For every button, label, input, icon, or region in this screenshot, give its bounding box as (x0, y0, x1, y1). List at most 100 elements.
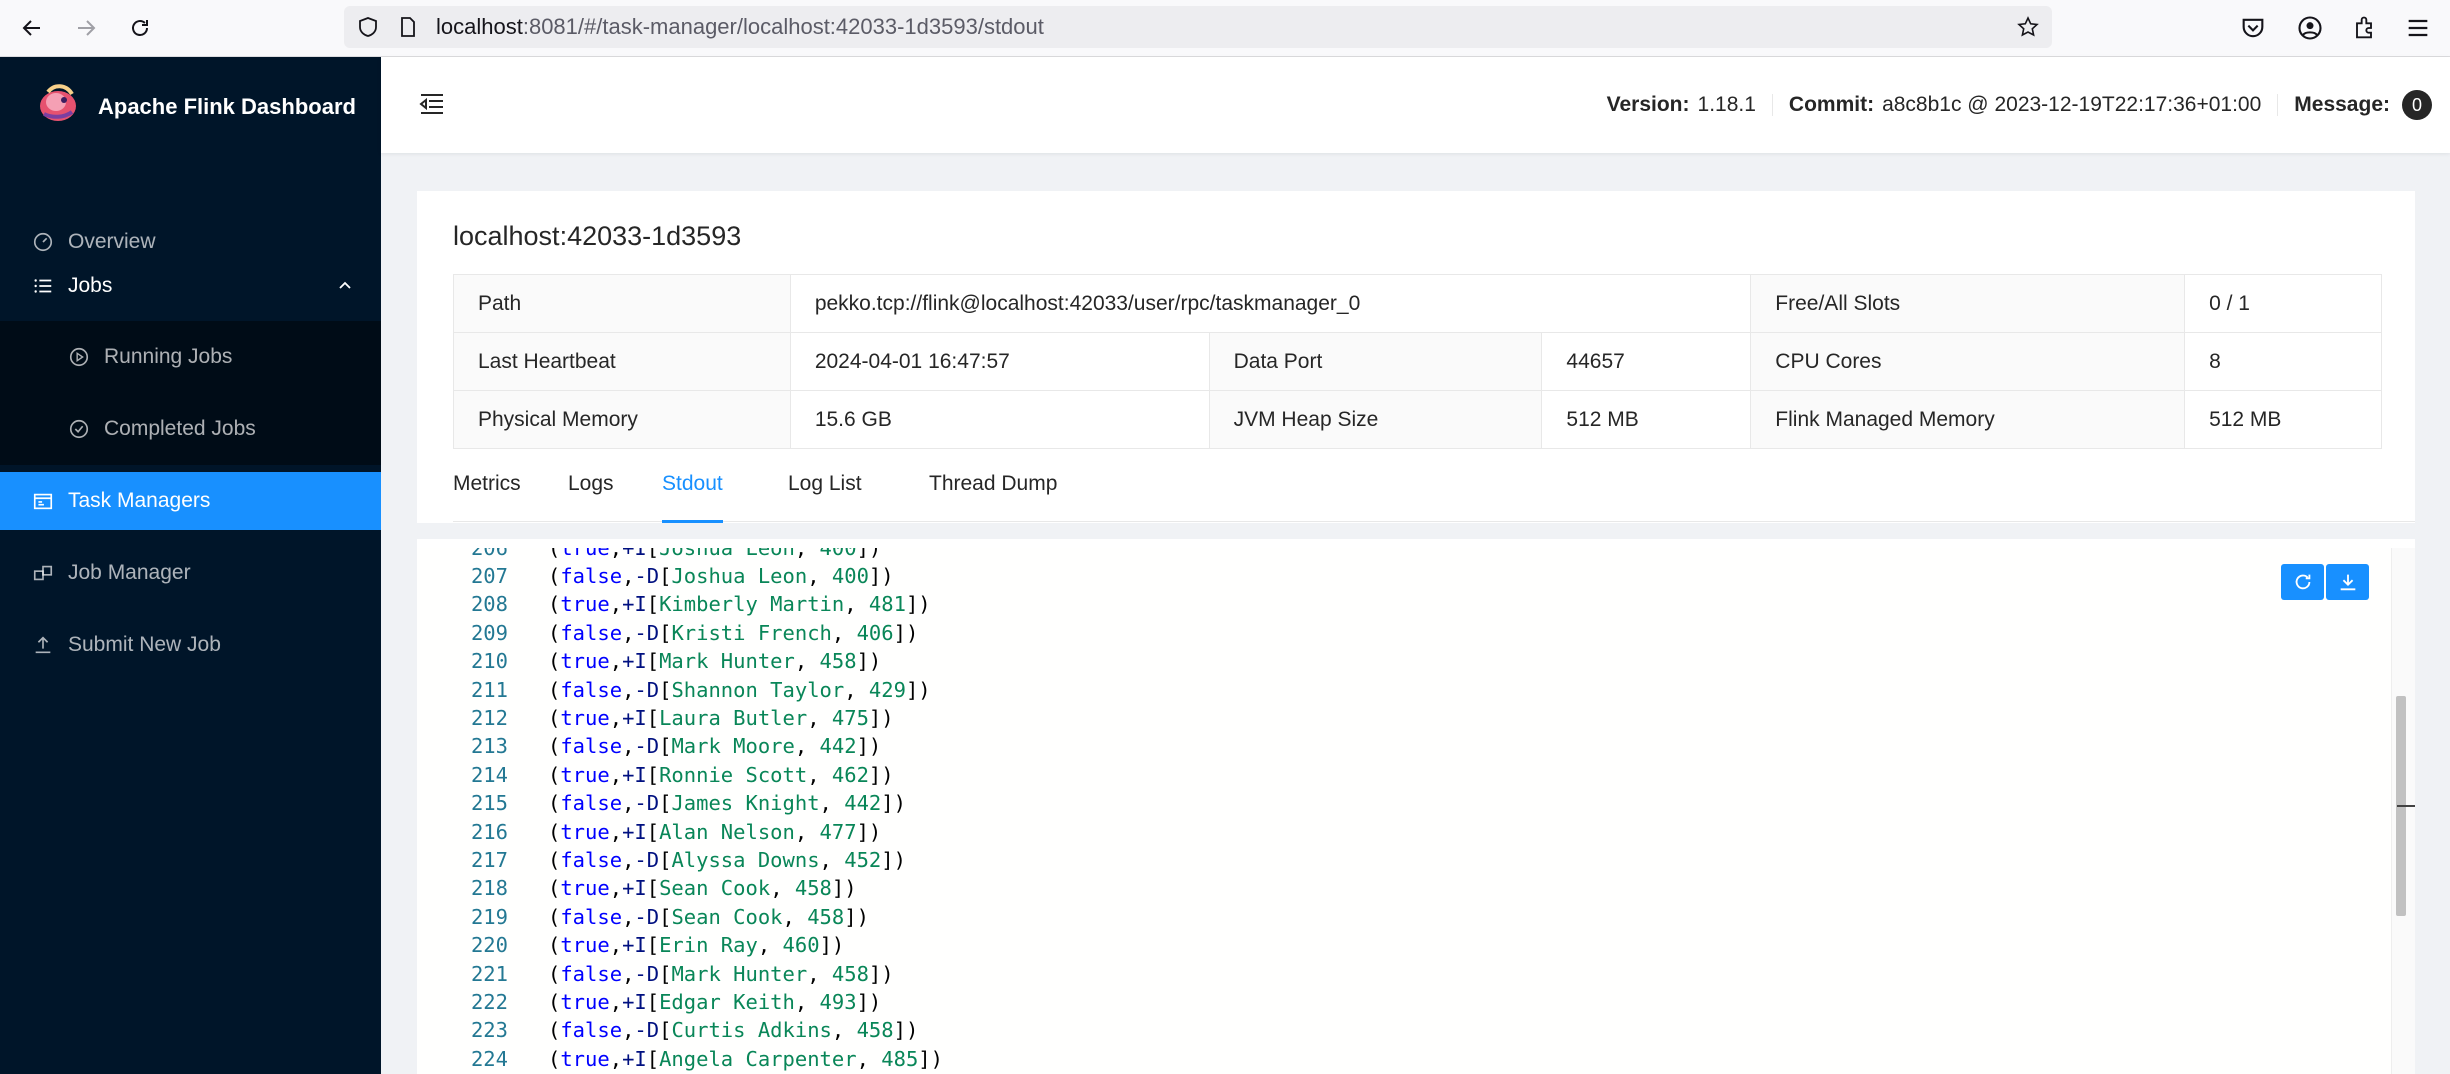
dashboard-icon (33, 232, 53, 252)
sidebar-item-label: Completed Jobs (104, 417, 256, 440)
slots-label: Free/All Slots (1750, 274, 2186, 333)
refresh-button[interactable] (2281, 564, 2324, 600)
brand[interactable]: Apache Flink Dashboard (0, 57, 381, 157)
line-number: 214 (470, 762, 508, 787)
sidebar-item-job-manager[interactable]: Job Manager (0, 544, 381, 602)
page-title: localhost:42033-1d3593 (453, 221, 742, 251)
version-label: Version: (1606, 93, 1690, 116)
line-number: 210 (470, 649, 508, 674)
line-text: (false,-D[Mark Hunter, 458]) (548, 961, 894, 986)
sidebar-item-jobs[interactable]: Jobs (0, 257, 381, 315)
line-text: (true,+I[Kimberly Martin, 481]) (548, 592, 931, 617)
version-value: 1.18.1 (1697, 93, 1756, 116)
line-text: (true,+I[Sean Cook, 458]) (548, 876, 857, 901)
line-number: 209 (470, 620, 508, 645)
line-number: 217 (470, 847, 508, 872)
physical-memory-value: 15.6 GB (789, 390, 1210, 449)
extensions-icon[interactable] (2350, 14, 2378, 42)
line-number: 224 (470, 1046, 508, 1071)
sidebar: Apache Flink Dashboard Overview Jobs Run… (0, 57, 381, 1074)
data-port-label: Data Port (1208, 332, 1543, 391)
sidebar-item-task-managers[interactable]: Task Managers (0, 472, 381, 530)
download-button[interactable] (2326, 564, 2369, 600)
jvm-heap-label: JVM Heap Size (1208, 390, 1543, 449)
message-label: Message: (2294, 93, 2390, 116)
line-number: 212 (470, 705, 508, 730)
sidebar-item-label: Jobs (68, 274, 113, 297)
line-number: 219 (470, 904, 508, 929)
top-header: Version: 1.18.1 Commit: a8c8b1c @ 2023-1… (381, 57, 2450, 153)
forward-button[interactable] (70, 12, 102, 44)
tab-logs[interactable]: Logs (568, 463, 614, 522)
account-icon[interactable] (2296, 14, 2324, 42)
line-text: (true,+I[Erin Ray, 460]) (548, 933, 845, 958)
tab-thread-dump[interactable]: Thread Dump (929, 463, 1057, 522)
reload-icon (132, 20, 148, 36)
line-text: (true,+I[Ronnie Scott, 462]) (548, 762, 894, 787)
menu-fold-icon[interactable] (417, 89, 447, 119)
sidebar-item-running-jobs[interactable]: Running Jobs (0, 328, 381, 386)
shield-icon[interactable] (356, 15, 380, 39)
commit-label: Commit: (1788, 93, 1875, 116)
line-text: (false,-D[Kristi French, 406]) (548, 620, 919, 645)
sidebar-item-completed-jobs[interactable]: Completed Jobs (0, 400, 381, 458)
line-text: (false,-D[Alyssa Downs, 452]) (548, 847, 906, 872)
reload-button[interactable] (124, 12, 156, 44)
line-number: 223 (470, 1018, 508, 1043)
table-row: Last Heartbeat 2024-04-01 16:47:57 Data … (453, 332, 2382, 391)
tab-log-list[interactable]: Log List (788, 463, 862, 522)
hamburger-menu-icon[interactable] (2404, 14, 2432, 42)
line-number: 221 (470, 961, 508, 986)
schedule-icon (33, 493, 53, 510)
line-text: (false,-D[Sean Cook, 458]) (548, 904, 869, 929)
url-text[interactable]: localhost:8081/#/task-manager/localhost:… (436, 6, 1044, 48)
heartbeat-value: 2024-04-01 16:47:57 (789, 332, 1210, 391)
sidebar-item-label: Job Manager (68, 561, 191, 584)
tab-bar: Metrics Logs Stdout Log List Thread Dump (453, 463, 2415, 523)
back-button[interactable] (16, 12, 48, 44)
sidebar-item-submit-new-job[interactable]: Submit New Job (0, 616, 381, 674)
line-text: (false,-D[Mark Moore, 442]) (548, 734, 882, 759)
line-number: 213 (470, 734, 508, 759)
build-icon (33, 565, 53, 581)
pocket-icon[interactable] (2239, 14, 2267, 42)
check-circle-icon (69, 419, 89, 439)
bookmark-star-icon[interactable] (2016, 15, 2040, 39)
line-number: 206 (417, 548, 508, 562)
tab-stdout[interactable]: Stdout (662, 463, 723, 523)
tab-metrics[interactable]: Metrics (453, 463, 521, 522)
path-value: pekko.tcp://flink@localhost:42033/user/r… (789, 274, 1752, 333)
task-manager-card: localhost:42033-1d3593 Path pekko.tcp://… (417, 191, 2415, 1074)
brand-title: Apache Flink Dashboard (98, 94, 356, 119)
line-text: (false,-D[Shannon Taylor, 429]) (548, 677, 931, 702)
line-text: (false,-D[James Knight, 442]) (548, 791, 906, 816)
message-count-badge[interactable]: 0 (2402, 90, 2432, 120)
sidebar-item-label: Task Managers (68, 489, 211, 512)
data-port-value: 44657 (1541, 332, 1752, 391)
page-icon[interactable] (396, 15, 420, 39)
line-text: (true,+I[Joshua Leon, 400]) (548, 548, 881, 562)
line-number: 220 (470, 933, 508, 958)
line-text: (true,+I[Mark Hunter, 458]) (548, 649, 882, 674)
download-icon (2340, 574, 2355, 591)
unordered-list-icon (34, 279, 52, 293)
jvm-heap-value: 512 MB (1541, 390, 1752, 449)
line-number: 211 (470, 677, 508, 702)
divider (417, 523, 2415, 539)
chevron-up-icon (339, 281, 351, 289)
path-label: Path (453, 274, 791, 333)
line-text: (false,-D[Joshua Leon, 400]) (548, 563, 894, 588)
line-text: (true,+I[Angela Carpenter, 485]) (548, 1046, 943, 1071)
managed-memory-value: 512 MB (2184, 390, 2382, 449)
line-number: 207 (470, 563, 508, 588)
line-text: (true,+I[Edgar Keith, 493]) (548, 989, 882, 1014)
divider (1771, 94, 1773, 116)
play-circle-icon (69, 347, 89, 367)
address-bar[interactable]: localhost:8081/#/task-manager/localhost:… (344, 6, 2052, 48)
cpu-cores-value: 8 (2184, 332, 2382, 391)
upload-icon (35, 636, 51, 654)
commit-value: a8c8b1c @ 2023-12-19T22:17:36+01:00 (1882, 93, 2262, 116)
reload-icon (2295, 574, 2310, 590)
divider (2277, 94, 2279, 116)
stdout-editor[interactable]: 206 (true,+I[Joshua Leon, 400]) 207 (false,… (417, 548, 2415, 1074)
